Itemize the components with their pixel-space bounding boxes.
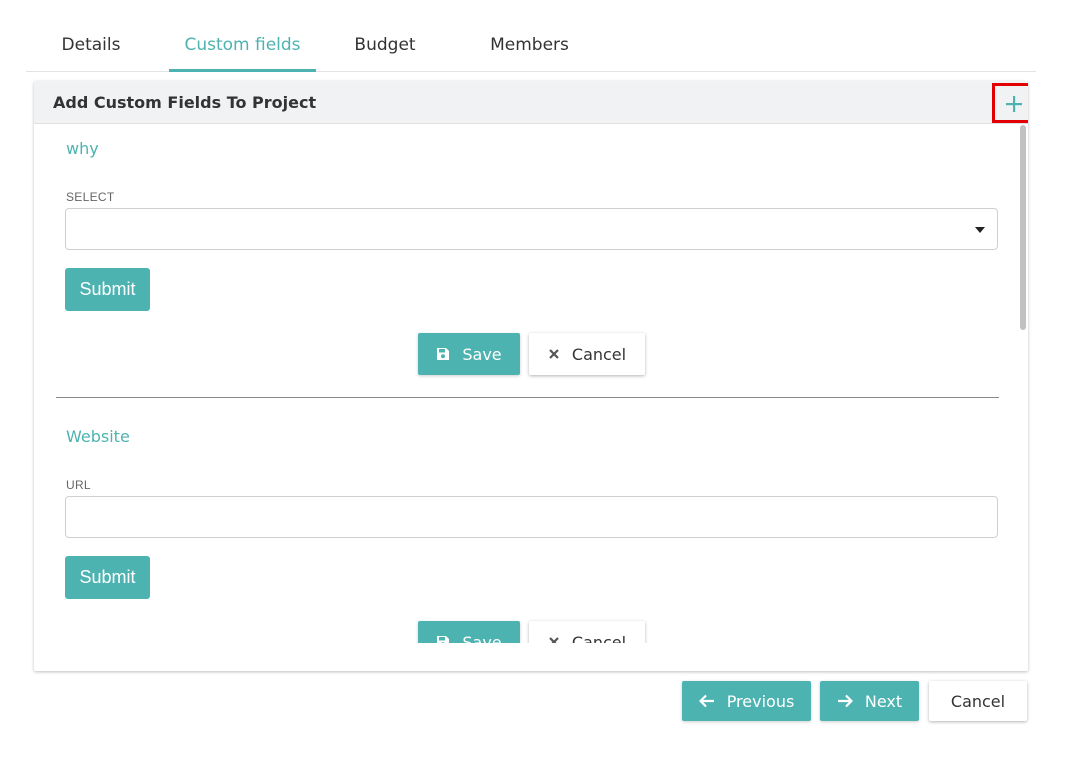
why-save-label: Save bbox=[462, 344, 502, 364]
field-title-website: Website bbox=[66, 427, 130, 446]
footer-cancel-button[interactable]: Cancel bbox=[929, 681, 1027, 721]
next-button[interactable]: Next bbox=[820, 681, 919, 721]
previous-button[interactable]: Previous bbox=[682, 681, 811, 721]
tab-members[interactable]: Members bbox=[481, 22, 578, 72]
tab-custom-fields[interactable]: Custom fields bbox=[169, 22, 316, 72]
custom-fields-panel: Add Custom Fields To Project why SELECT … bbox=[34, 81, 1028, 671]
floppy-disk-icon bbox=[437, 636, 450, 643]
why-save-button[interactable]: Save bbox=[418, 333, 520, 375]
tab-budget[interactable]: Budget bbox=[343, 22, 427, 72]
website-cancel-label: Cancel bbox=[571, 632, 627, 644]
floppy-disk-icon bbox=[437, 348, 450, 360]
panel-body[interactable]: why SELECT Submit Save Cancel Website UR… bbox=[34, 125, 1028, 643]
close-icon bbox=[549, 637, 559, 643]
panel-scrollbar[interactable] bbox=[1019, 125, 1027, 645]
website-cancel-button[interactable]: Cancel bbox=[529, 621, 645, 643]
website-save-button[interactable]: Save bbox=[418, 621, 520, 643]
website-submit-button[interactable]: Submit bbox=[65, 556, 150, 599]
why-cancel-label: Cancel bbox=[571, 344, 627, 364]
caret-down-icon bbox=[975, 227, 985, 233]
panel-title: Add Custom Fields To Project bbox=[53, 93, 317, 112]
plus-icon bbox=[1006, 96, 1022, 112]
url-input[interactable] bbox=[65, 496, 998, 538]
arrow-left-icon bbox=[698, 694, 714, 708]
scroll-thumb[interactable] bbox=[1020, 125, 1026, 330]
close-icon bbox=[549, 349, 559, 359]
tab-details[interactable]: Details bbox=[44, 22, 138, 72]
why-cancel-button[interactable]: Cancel bbox=[529, 333, 645, 375]
why-select[interactable] bbox=[65, 208, 998, 250]
field-label-select: SELECT bbox=[66, 190, 115, 204]
tab-bar: Details Custom fields Budget Members bbox=[26, 22, 1036, 72]
arrow-right-icon bbox=[837, 694, 853, 708]
field-title-why: why bbox=[66, 139, 99, 158]
add-custom-field-button[interactable] bbox=[992, 83, 1028, 123]
website-save-label: Save bbox=[462, 632, 502, 644]
previous-label: Previous bbox=[726, 691, 795, 711]
panel-header: Add Custom Fields To Project bbox=[34, 81, 1028, 124]
next-label: Next bbox=[864, 691, 903, 711]
field-label-url: URL bbox=[66, 478, 91, 492]
why-submit-button[interactable]: Submit bbox=[65, 268, 150, 311]
field-divider bbox=[56, 397, 999, 398]
